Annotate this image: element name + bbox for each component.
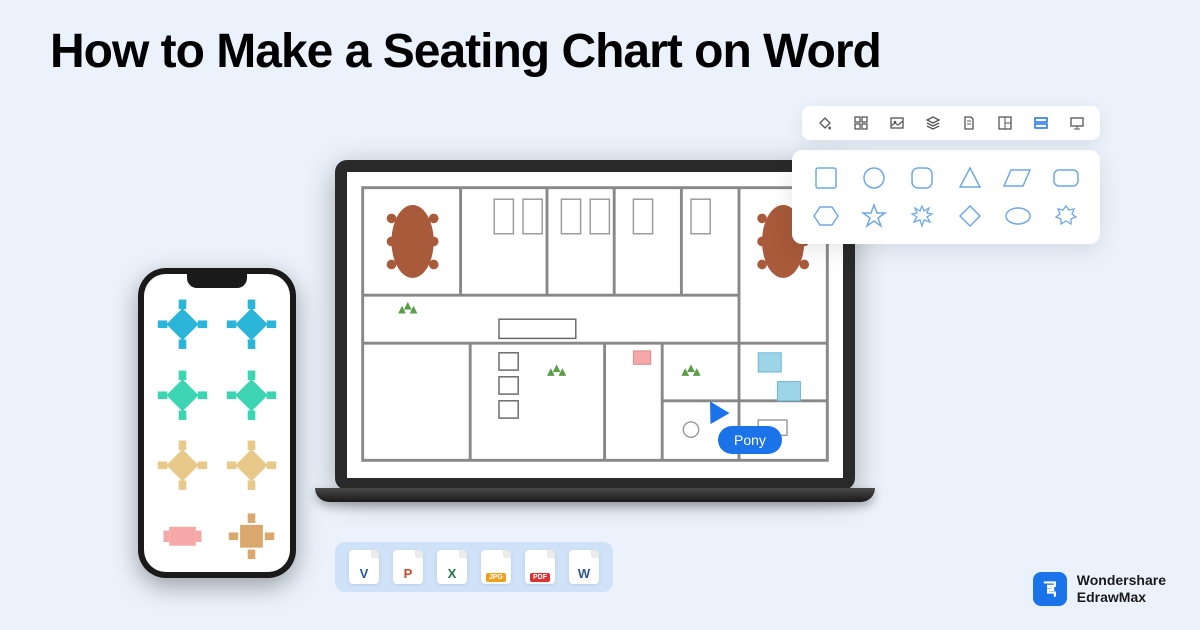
paint-bucket-icon[interactable]	[816, 114, 834, 132]
laptop-base	[315, 488, 875, 502]
shape-parallelogram[interactable]	[1002, 164, 1034, 192]
shape-ellipse[interactable]	[1002, 202, 1034, 230]
image-icon[interactable]	[888, 114, 906, 132]
table-icon	[223, 435, 280, 496]
seating-grid	[154, 294, 280, 566]
phone-mockup	[138, 268, 296, 578]
shape-rounded-square[interactable]	[906, 164, 938, 192]
laptop-mockup	[315, 160, 875, 530]
table-icon	[154, 506, 211, 567]
cursor-icon	[700, 396, 729, 424]
collaborator-cursor: Pony	[700, 400, 782, 454]
shape-multi-star[interactable]	[1050, 202, 1082, 230]
table-icon	[154, 435, 211, 496]
shape-burst[interactable]	[906, 202, 938, 230]
shape-square[interactable]	[810, 164, 842, 192]
brand-line2: EdrawMax	[1077, 589, 1166, 606]
cursor-label: Pony	[718, 426, 782, 454]
plant-icon	[547, 364, 566, 376]
brand-line1: Wondershare	[1077, 572, 1166, 589]
page-title: How to Make a Seating Chart on Word	[50, 24, 881, 79]
layers-icon[interactable]	[924, 114, 942, 132]
brand-logo-block: Wondershare EdrawMax	[1033, 572, 1166, 606]
export-formats-bar: V P X JPG PDF W	[335, 542, 613, 592]
format-jpg[interactable]: JPG	[481, 550, 511, 584]
table-icon	[154, 294, 211, 355]
phone-notch	[187, 274, 247, 288]
plant-icon	[398, 302, 417, 314]
shape-triangle[interactable]	[954, 164, 986, 192]
table-icon	[223, 294, 280, 355]
shape-star[interactable]	[858, 202, 890, 230]
layout-icon[interactable]	[996, 114, 1014, 132]
shapes-panel	[792, 150, 1100, 244]
grid-icon[interactable]	[852, 114, 870, 132]
edrawmax-logo-icon	[1033, 572, 1067, 606]
format-word[interactable]: W	[569, 550, 599, 584]
brand-text: Wondershare EdrawMax	[1077, 572, 1166, 606]
format-powerpoint[interactable]: P	[393, 550, 423, 584]
shape-circle[interactable]	[858, 164, 890, 192]
page-icon[interactable]	[960, 114, 978, 132]
table-icon	[223, 506, 280, 567]
format-pdf[interactable]: PDF	[525, 550, 555, 584]
format-visio[interactable]: V	[349, 550, 379, 584]
shape-hexagon[interactable]	[810, 202, 842, 230]
top-toolbar	[802, 106, 1100, 140]
phone-screen	[144, 274, 290, 572]
plant-icon	[681, 364, 700, 376]
shape-diamond[interactable]	[954, 202, 986, 230]
format-excel[interactable]: X	[437, 550, 467, 584]
table-icon	[154, 365, 211, 426]
shapes-icon[interactable]	[1032, 114, 1050, 132]
presentation-icon[interactable]	[1068, 114, 1086, 132]
table-icon	[223, 365, 280, 426]
shape-rounded-rect[interactable]	[1050, 164, 1082, 192]
